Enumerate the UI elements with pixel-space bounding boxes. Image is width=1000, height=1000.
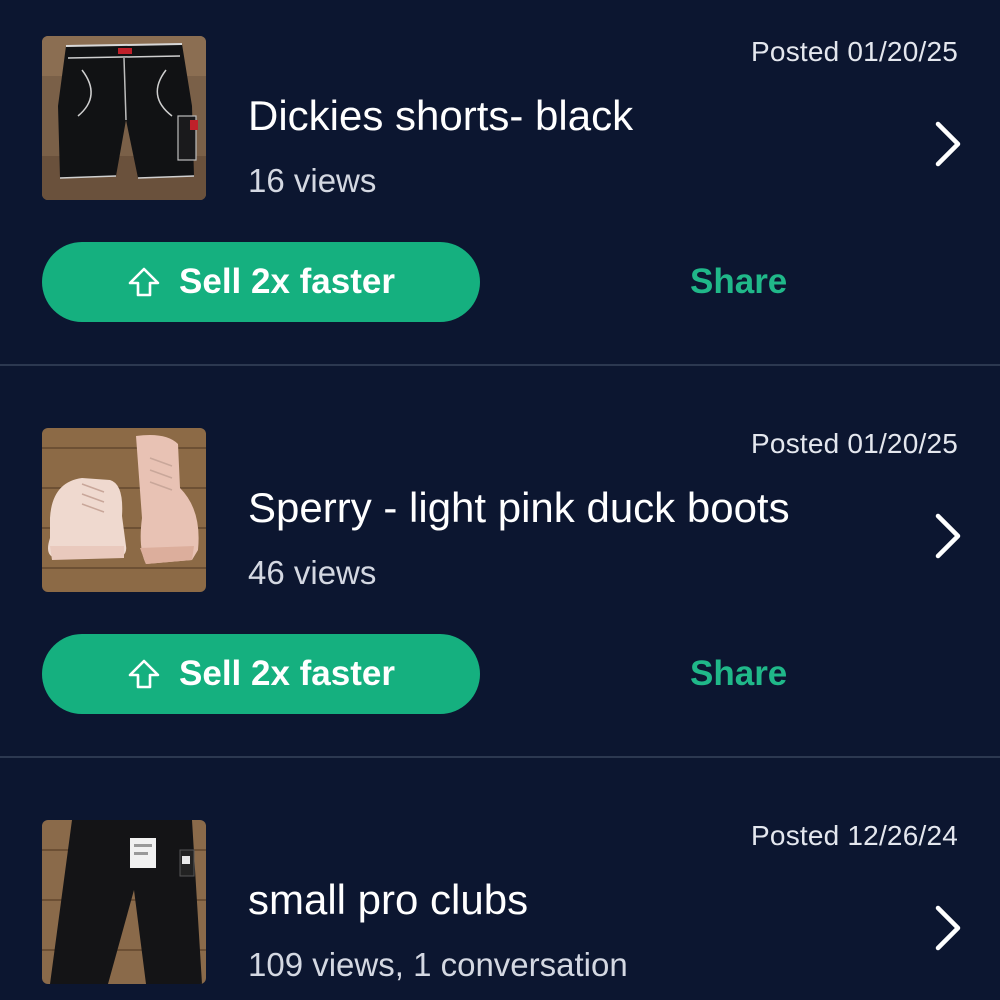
listing-thumbnail[interactable] bbox=[42, 36, 206, 200]
chevron-right-icon[interactable] bbox=[928, 118, 968, 170]
listing-title[interactable]: small pro clubs bbox=[248, 876, 528, 924]
posted-date: Posted 12/26/24 bbox=[751, 820, 958, 851]
listing-stats: 109 views, 1 conversation bbox=[248, 946, 628, 983]
arrow-up-outline-icon bbox=[128, 267, 160, 297]
sell-faster-button[interactable]: Sell 2x faster bbox=[42, 634, 480, 714]
share-button[interactable]: Share bbox=[690, 262, 787, 302]
black-shorts-photo-icon bbox=[42, 36, 206, 200]
chevron-right-icon[interactable] bbox=[928, 510, 968, 562]
listings-list: Posted 01/20/25 Dickies shorts- black 16… bbox=[0, 0, 1000, 1000]
black-pants-photo-icon bbox=[42, 820, 206, 984]
listing-title[interactable]: Sperry - light pink duck boots bbox=[248, 484, 790, 532]
listing-thumbnail[interactable] bbox=[42, 428, 206, 592]
arrow-up-outline-icon bbox=[128, 659, 160, 689]
listing-title[interactable]: Dickies shorts- black bbox=[248, 92, 633, 140]
listing-stats: 16 views bbox=[248, 162, 377, 199]
listing-card[interactable]: Posted 12/26/24 small pro clubs 109 view… bbox=[0, 758, 1000, 1000]
sell-faster-button[interactable]: Sell 2x faster bbox=[42, 242, 480, 322]
sell-faster-label: Sell 2x faster bbox=[179, 654, 395, 693]
listing-card[interactable]: Posted 01/20/25 Sperry - light pink duck… bbox=[0, 366, 1000, 730]
listing-stats: 46 views bbox=[248, 554, 377, 591]
posted-date: Posted 01/20/25 bbox=[751, 428, 958, 459]
listing-thumbnail[interactable] bbox=[42, 820, 206, 984]
sell-faster-label: Sell 2x faster bbox=[179, 262, 395, 301]
share-button[interactable]: Share bbox=[690, 654, 787, 694]
pink-boots-photo-icon bbox=[42, 428, 206, 592]
posted-date: Posted 01/20/25 bbox=[751, 36, 958, 67]
listing-card[interactable]: Posted 01/20/25 Dickies shorts- black 16… bbox=[0, 0, 1000, 364]
chevron-right-icon[interactable] bbox=[928, 902, 968, 954]
